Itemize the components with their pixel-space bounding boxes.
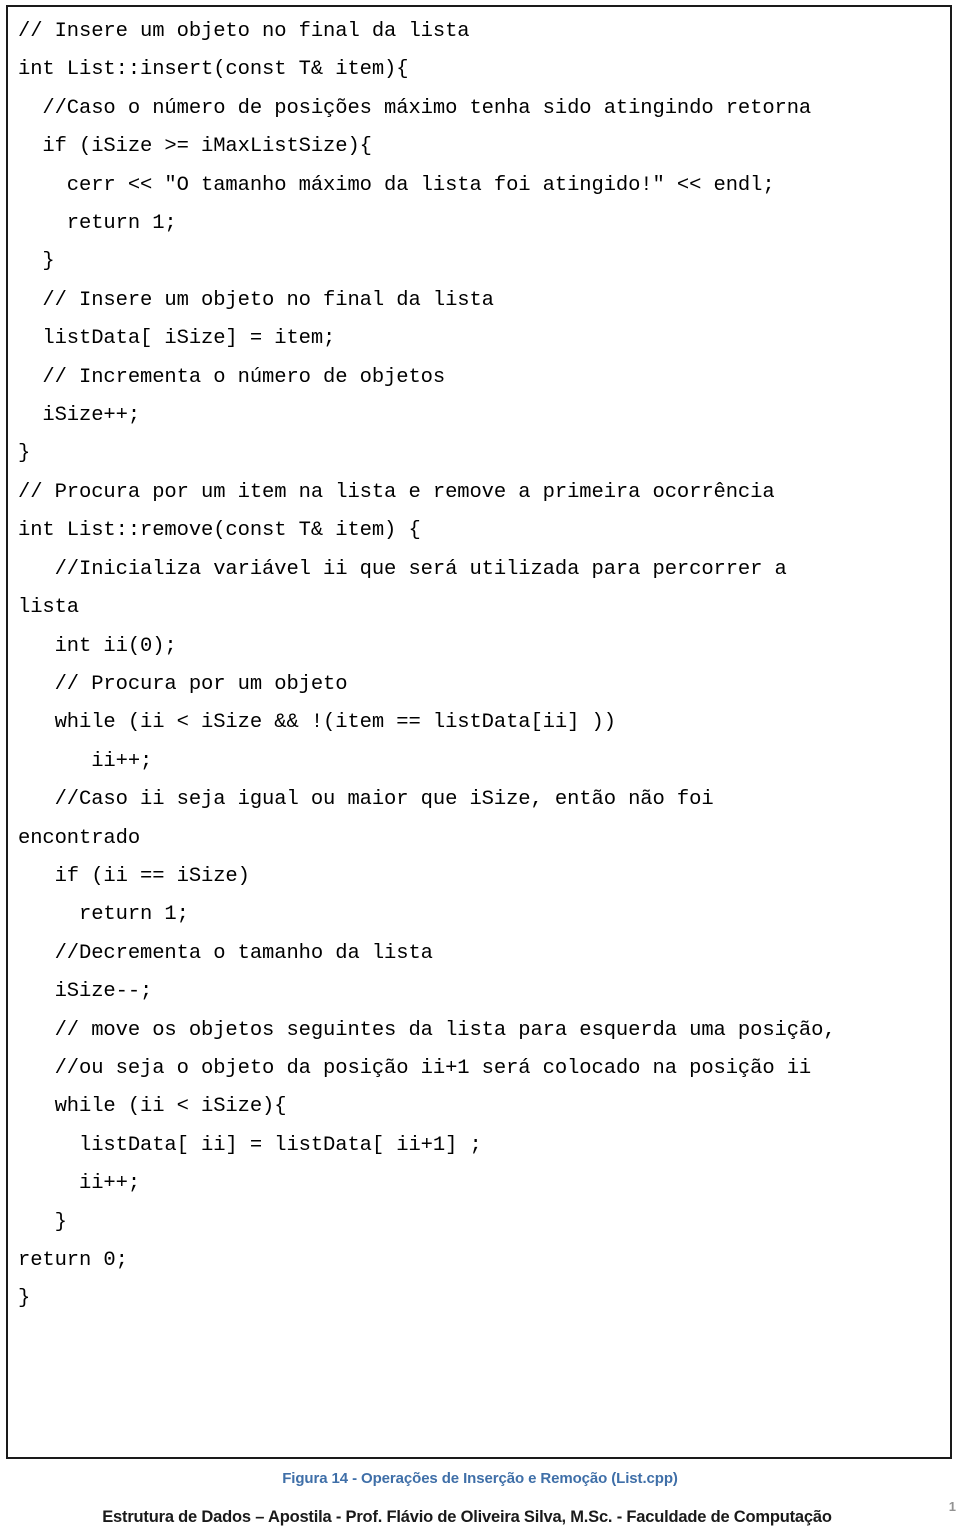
code-line: if (ii == iSize) (18, 864, 250, 888)
page-footer: Estrutura de Dados – Apostila - Prof. Fl… (0, 1499, 960, 1537)
code-line: ii++; (18, 1172, 141, 1196)
code-listing: // Insere um objeto no final da lista int… (8, 7, 950, 1319)
page-number: 1 (948, 1499, 956, 1514)
code-line: while (ii < iSize){ (18, 1095, 287, 1119)
code-line: iSize--; (18, 980, 153, 1004)
code-line: } (18, 1287, 31, 1311)
code-line: int List::insert(const T& item){ (18, 58, 409, 82)
code-line: } (18, 442, 31, 466)
code-line: // Procura por um item na lista e remove… (18, 480, 775, 504)
code-line: //Caso ii seja igual ou maior que iSize,… (18, 788, 714, 812)
code-figure-box: // Insere um objeto no final da lista int… (6, 5, 952, 1459)
code-line: //Decrementa o tamanho da lista (18, 941, 433, 965)
code-line: // Incrementa o número de objetos (18, 365, 446, 389)
code-line: return 0; (18, 1249, 128, 1272)
code-line: // Procura por um objeto (18, 672, 348, 696)
code-line: listData[ iSize] = item; (18, 327, 336, 351)
code-line: return 1; (18, 903, 189, 927)
code-line: return 1; (18, 212, 177, 236)
code-line: cerr << "O tamanho máximo da lista foi a… (18, 173, 775, 197)
code-line: // Insere um objeto no final da lista (18, 288, 494, 312)
figure-caption: Figura 14 - Operações de Inserção e Remo… (282, 1470, 678, 1487)
code-line: //Caso o número de posições máximo tenha… (18, 96, 812, 120)
code-line: if (iSize >= iMaxListSize){ (18, 135, 372, 159)
code-line: int ii(0); (18, 634, 177, 658)
code-line: //ou seja o objeto da posição ii+1 será … (18, 1056, 812, 1080)
code-line: int List::remove(const T& item) { (18, 519, 421, 543)
code-line: // Insere um objeto no final da lista (18, 20, 470, 43)
footer-attribution-text: Estrutura de Dados – Apostila - Prof. Fl… (102, 1508, 832, 1526)
code-line: } (18, 1210, 67, 1234)
code-line: ii++; (18, 749, 153, 773)
code-line: //Inicializa variável ii que será utiliz… (18, 557, 787, 581)
code-line: // move os objetos seguintes da lista pa… (18, 1018, 836, 1042)
code-line: while (ii < iSize && !(item == listData[… (18, 711, 616, 735)
code-line: iSize++; (18, 404, 141, 428)
code-line: } (18, 250, 55, 274)
code-line: lista (18, 596, 80, 620)
code-line: listData[ ii] = listData[ ii+1] ; (18, 1133, 482, 1157)
code-line: encontrado (18, 826, 141, 850)
